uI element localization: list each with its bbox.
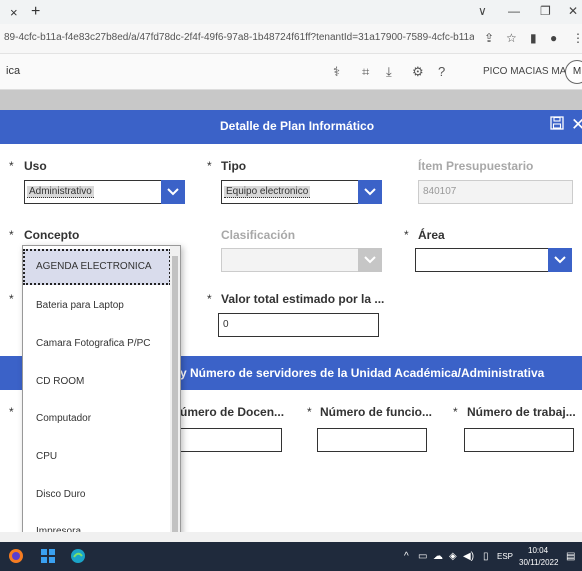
dropdown-scrollbar[interactable] xyxy=(170,246,180,542)
horizontal-scrollbar[interactable] xyxy=(0,532,582,542)
edge-icon[interactable] xyxy=(70,548,86,564)
avatar[interactable]: M xyxy=(565,60,582,84)
required-marker: * xyxy=(9,292,14,306)
form-header: Detalle de Plan Informático ✕ xyxy=(0,110,582,144)
valor-total-label: Valor total estimado por la ... xyxy=(221,292,385,306)
tray-chevron-icon[interactable]: ^ xyxy=(404,551,409,562)
fit-screen-icon[interactable]: ⌗ xyxy=(362,64,369,80)
tray-device-icon[interactable]: ▭ xyxy=(418,551,427,562)
list-item-label: Camara Fotografica P/PC xyxy=(36,338,151,349)
url-field[interactable]: 89-4cfc-b11a-f4e83c27b8ed/a/47fd78dc-2f4… xyxy=(4,32,474,43)
download-icon[interactable]: ⤓ xyxy=(386,64,392,80)
valor-total-input[interactable]: 0 xyxy=(218,313,379,337)
tab-list-button[interactable]: ∨ xyxy=(478,4,487,18)
browser-menu-icon[interactable]: ⋮ xyxy=(572,31,582,45)
required-marker: * xyxy=(207,292,212,306)
form-title: Detalle de Plan Informático xyxy=(220,119,375,133)
list-item[interactable]: CD ROOM xyxy=(23,364,171,400)
list-item[interactable]: CPU xyxy=(23,439,171,475)
list-item-label: Disco Duro xyxy=(36,489,86,500)
chevron-down-icon[interactable] xyxy=(161,180,185,204)
required-marker: * xyxy=(9,405,14,419)
section-title: y Número de servidores de la Unidad Acad… xyxy=(180,366,545,380)
notifications-icon[interactable]: ▤ xyxy=(566,551,575,562)
browser-tab-bar: × + ∨ — ❐ ✕ xyxy=(0,0,582,24)
list-item[interactable]: AGENDA ELECTRONICA xyxy=(23,249,171,285)
num-funcionarios-input[interactable] xyxy=(317,428,427,452)
volume-icon[interactable]: ◀) xyxy=(463,551,474,562)
scrollbar-thumb[interactable] xyxy=(172,256,178,538)
list-item-label: AGENDA ELECTRONICA xyxy=(36,261,152,272)
close-icon[interactable]: ✕ xyxy=(571,115,582,135)
settings-gear-icon[interactable]: ⚙ xyxy=(412,64,424,80)
clasificacion-label: Clasificación xyxy=(221,228,296,242)
app-title: ica xyxy=(6,65,21,77)
tipo-label: Tipo xyxy=(221,159,247,173)
valor-total-value: 0 xyxy=(223,319,229,330)
list-item[interactable]: Computador xyxy=(23,401,171,437)
required-marker: * xyxy=(9,159,14,173)
tray-network-icon[interactable]: ◈ xyxy=(449,551,457,562)
area-label: Área xyxy=(418,228,445,242)
item-presupuestario-value: 840107 xyxy=(423,186,457,197)
clock-date[interactable]: 30/11/2022 xyxy=(519,558,558,567)
required-marker: * xyxy=(9,228,14,242)
area-select[interactable] xyxy=(415,248,572,272)
tab-close-button[interactable]: × xyxy=(10,5,18,20)
uso-value: Administrativo xyxy=(27,186,94,198)
num-funcionarios-label: Número de funcio... xyxy=(320,405,433,419)
minimize-button[interactable]: — xyxy=(508,4,520,18)
save-icon[interactable] xyxy=(550,116,564,135)
uso-label: Uso xyxy=(24,159,47,173)
list-item[interactable]: Disco Duro xyxy=(23,477,171,513)
list-item-label: CD ROOM xyxy=(36,376,85,387)
user-name[interactable]: PICO MACIAS MA... xyxy=(483,66,575,77)
required-marker: * xyxy=(404,228,409,242)
collections-icon[interactable]: ▮ xyxy=(530,31,537,45)
item-presupuestario-field: 840107 xyxy=(418,180,573,204)
required-marker: * xyxy=(307,405,312,419)
battery-icon[interactable]: ▯ xyxy=(483,551,489,562)
tipo-value: Equipo electronico xyxy=(224,186,311,198)
firefox-icon[interactable] xyxy=(8,548,24,564)
new-tab-button[interactable]: + xyxy=(31,3,40,21)
required-marker: * xyxy=(207,159,212,173)
list-item-label: Computador xyxy=(36,413,92,424)
language-indicator[interactable]: ESP xyxy=(497,552,513,561)
list-item-label: Bateria para Laptop xyxy=(36,300,124,311)
tipo-select[interactable]: Equipo electronico xyxy=(221,180,382,204)
list-item[interactable]: Bateria para Laptop xyxy=(23,288,171,324)
share-icon[interactable]: ⇪ xyxy=(484,31,494,45)
required-marker: * xyxy=(453,405,458,419)
app-toolbar: ica ⚕ ⌗ ⤓ ⚙ ? PICO MACIAS MA... M xyxy=(0,54,582,90)
num-trabajadores-input[interactable] xyxy=(464,428,574,452)
health-icon[interactable]: ⚕ xyxy=(333,64,340,80)
num-trabajadores-label: Número de trabaj... xyxy=(467,405,576,419)
address-bar: 89-4cfc-b11a-f4e83c27b8ed/a/47fd78dc-2f4… xyxy=(0,24,582,54)
close-window-button[interactable]: ✕ xyxy=(568,4,578,18)
chevron-down-icon[interactable] xyxy=(548,248,572,272)
clasificacion-select xyxy=(221,248,382,272)
concepto-label: Concepto xyxy=(24,228,80,242)
windows-start-icon[interactable] xyxy=(40,548,56,564)
concepto-dropdown-list[interactable]: AGENDA ELECTRONICA Bateria para Laptop C… xyxy=(22,245,181,543)
num-docentes-label: úmero de Docen... xyxy=(180,405,285,419)
num-docentes-input[interactable] xyxy=(178,428,282,452)
backdrop-strip xyxy=(0,90,582,110)
chevron-down-icon[interactable] xyxy=(358,180,382,204)
profile-icon[interactable]: ● xyxy=(550,31,557,45)
favorite-star-icon[interactable]: ☆ xyxy=(506,31,517,45)
list-item[interactable]: Camara Fotografica P/PC xyxy=(23,326,171,362)
item-presupuestario-label: Ítem Presupuestario xyxy=(418,159,534,173)
taskbar: ^ ▭ ☁ ◈ ◀) ▯ ESP 10:04 30/11/2022 ▤ xyxy=(0,542,582,571)
chevron-down-icon xyxy=(358,248,382,272)
list-item-label: CPU xyxy=(36,451,58,462)
help-icon[interactable]: ? xyxy=(438,64,445,79)
uso-select[interactable]: Administrativo xyxy=(24,180,185,204)
tray-cloud-icon[interactable]: ☁ xyxy=(433,551,443,562)
maximize-button[interactable]: ❐ xyxy=(540,4,551,18)
clock-time[interactable]: 10:04 xyxy=(528,546,548,555)
